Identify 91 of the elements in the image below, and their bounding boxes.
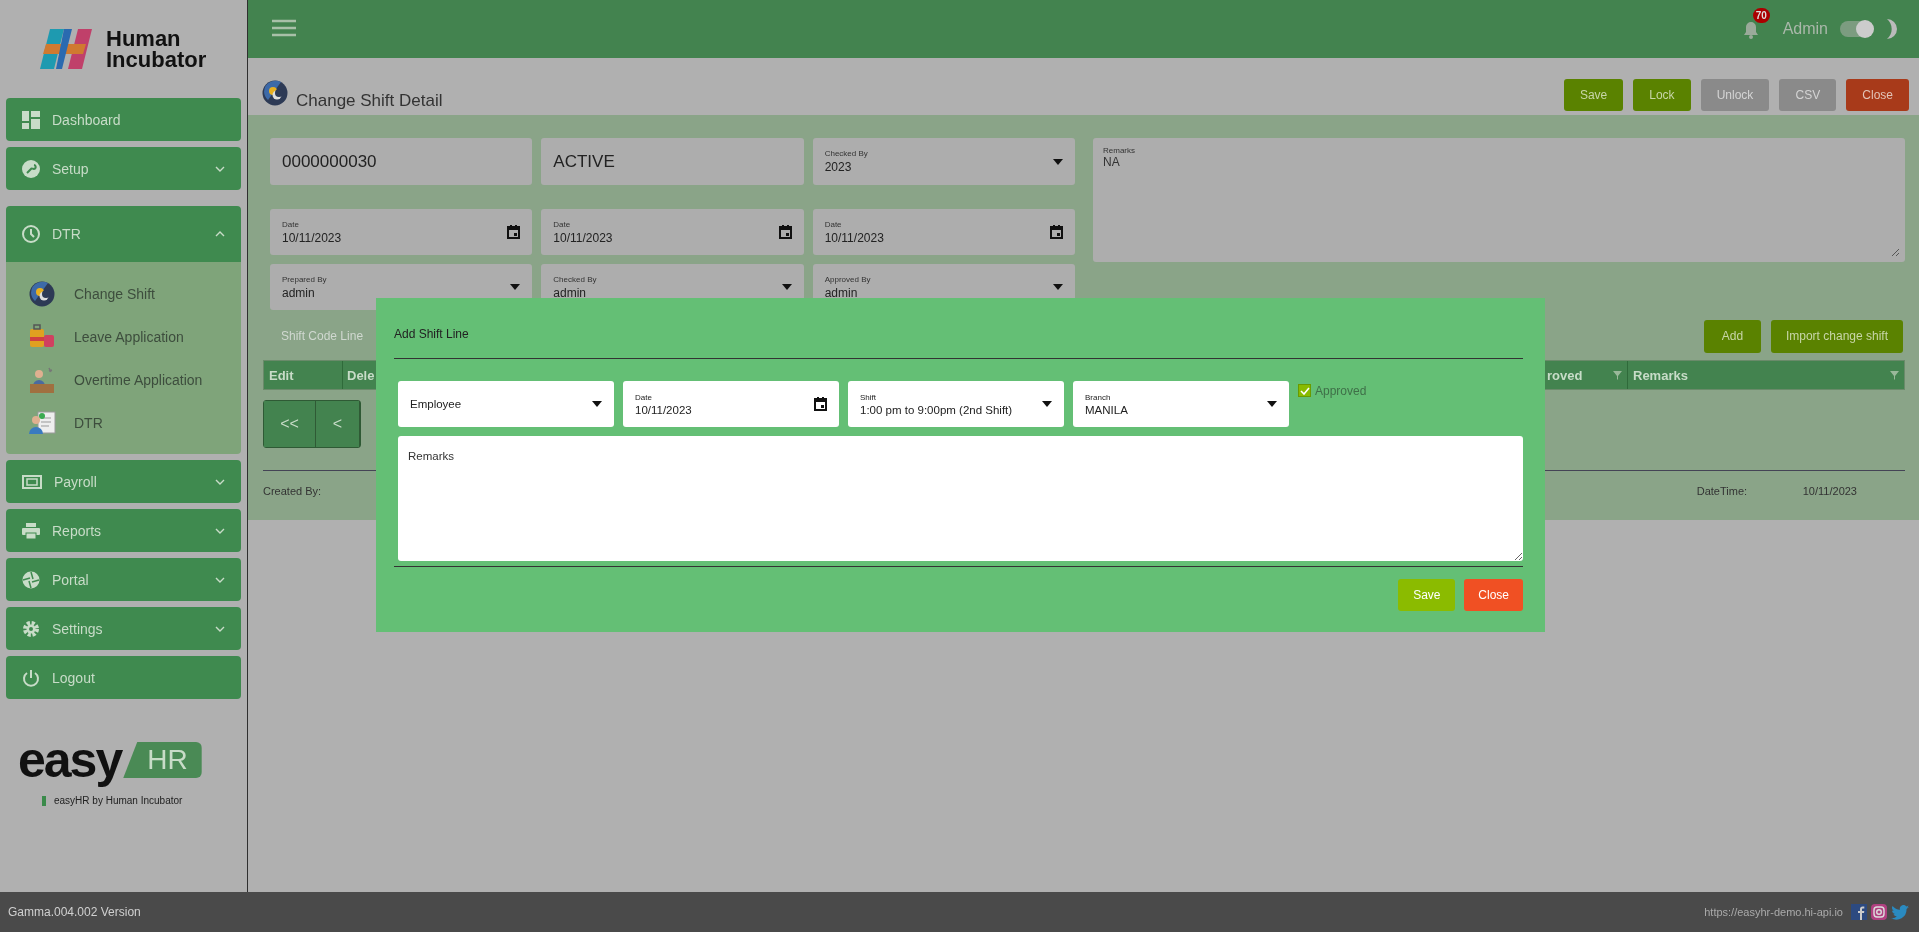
chevron-down-icon [215,478,225,485]
employee-card-icon [28,409,56,436]
column-header[interactable]: Remarks [1633,367,1688,383]
page-title: Change Shift Detail [296,91,443,111]
dropdown-field[interactable]: Shift 1:00 pm to 9:00pm (2nd Shift) [848,381,1064,427]
caret-icon [592,401,602,407]
action-button[interactable]: Lock [1633,78,1691,111]
submenu-item[interactable]: DTR [74,414,103,431]
dashboard-icon [22,110,40,129]
logo-badge: HR [123,742,202,778]
remarks-field[interactable]: Remarks NA [1093,138,1905,262]
submenu-item[interactable]: Change Shift [74,285,155,302]
sidebar-item[interactable]: Portal [6,558,241,601]
column-header[interactable]: Edit [269,367,294,383]
dialog-button[interactable]: Close [1464,579,1523,611]
filter-icon[interactable] [1890,370,1899,380]
dropdown-field[interactable]: Checked By 2023 [812,138,1075,185]
caret-icon [1267,401,1277,407]
date-field[interactable]: Date 10/11/2023 [623,381,839,427]
day-night-icon [28,280,56,307]
sidebar-item[interactable]: Reports [6,509,241,552]
pagination-button[interactable]: < [316,401,360,447]
bell-icon[interactable] [1742,21,1759,39]
wrench-icon [22,159,40,178]
text-field[interactable]: 0000000030 [270,138,533,185]
resize-grip-icon [1892,249,1899,256]
chevron-down-icon [215,576,225,583]
caret-icon [1053,158,1063,165]
audit-value: 10/11/2023 [1802,485,1857,497]
calendar-icon [507,225,521,239]
chevron-down-icon [215,625,225,632]
calendar-icon [1050,225,1063,239]
sidebar-item[interactable]: Logout [6,656,241,699]
chevron-down-icon [215,165,225,172]
submenu-item[interactable]: Overtime Application [74,371,203,388]
date-field[interactable]: Date 10/11/2023 [541,209,804,255]
moon-icon [1885,19,1897,39]
dropdown-field[interactable]: Employee [398,381,614,427]
audit-label: DateTime: [1696,485,1749,497]
column-header[interactable]: Dele [347,367,375,383]
action-button[interactable]: Save [1563,78,1624,111]
dialog-button[interactable]: Save [1398,579,1456,611]
caret-icon [781,284,792,290]
approved-checkbox[interactable] [1298,384,1311,397]
audit-label: Created By: [263,485,323,497]
theme-toggle[interactable] [1840,21,1873,37]
notification-badge: 70 [1752,8,1770,23]
aperture-icon [22,570,40,589]
dialog-title: Add Shift Line [394,326,470,343]
sidebar-item[interactable]: Settings [6,607,241,650]
day-night-icon [262,80,288,106]
text-field[interactable]: ACTIVE [541,138,804,185]
brand-name: Human Incubator [106,28,207,70]
caret-icon [1053,284,1063,290]
sidebar-item[interactable]: DTR [6,206,241,262]
version-text: Gamma.004.002 Version [8,905,141,919]
filter-icon[interactable] [1613,370,1622,380]
instagram-icon[interactable] [1871,904,1887,920]
line-action-button[interactable]: Add [1703,319,1761,353]
date-field[interactable]: Date 10/11/2023 [270,209,533,255]
submenu-item[interactable]: Leave Application [74,328,184,345]
logo-wordmark: easy [18,731,122,789]
chevron-down-icon [215,527,225,534]
printer-icon [22,522,40,539]
sidebar-item[interactable]: Setup [6,147,241,190]
line-action-button[interactable]: Import change shift [1770,319,1903,353]
person-at-desk-icon [28,365,56,394]
site-link[interactable]: https://easyhr-demo.hi-api.io [1704,906,1843,918]
facebook-icon[interactable] [1851,904,1867,920]
caret-icon [1042,401,1052,407]
clock-icon [22,225,40,243]
column-header[interactable]: roved [1547,367,1583,383]
logo-tagline: easyHR by Human Incubator [54,795,183,806]
power-icon [22,668,40,687]
pagination-button[interactable]: << [264,401,316,447]
tagline-mark [42,795,46,806]
gear-icon [22,619,40,638]
dropdown-field[interactable]: Branch MANILA [1073,381,1289,427]
caret-icon [510,284,521,290]
user-name[interactable]: Admin [1782,20,1828,38]
remarks-field[interactable]: Remarks [398,436,1523,561]
chevron-up-icon [215,231,225,237]
calendar-icon [814,397,827,411]
calendar-icon [778,225,792,239]
checkbox-label: Approved [1315,384,1367,398]
sidebar-item[interactable]: Payroll [6,460,241,503]
action-button[interactable]: Close [1846,78,1909,111]
sidebar-item[interactable]: Dashboard [6,98,241,141]
section-tab[interactable]: Shift Code Line [263,329,364,343]
money-icon [22,474,42,489]
date-field[interactable]: Date 10/11/2023 [812,209,1075,255]
